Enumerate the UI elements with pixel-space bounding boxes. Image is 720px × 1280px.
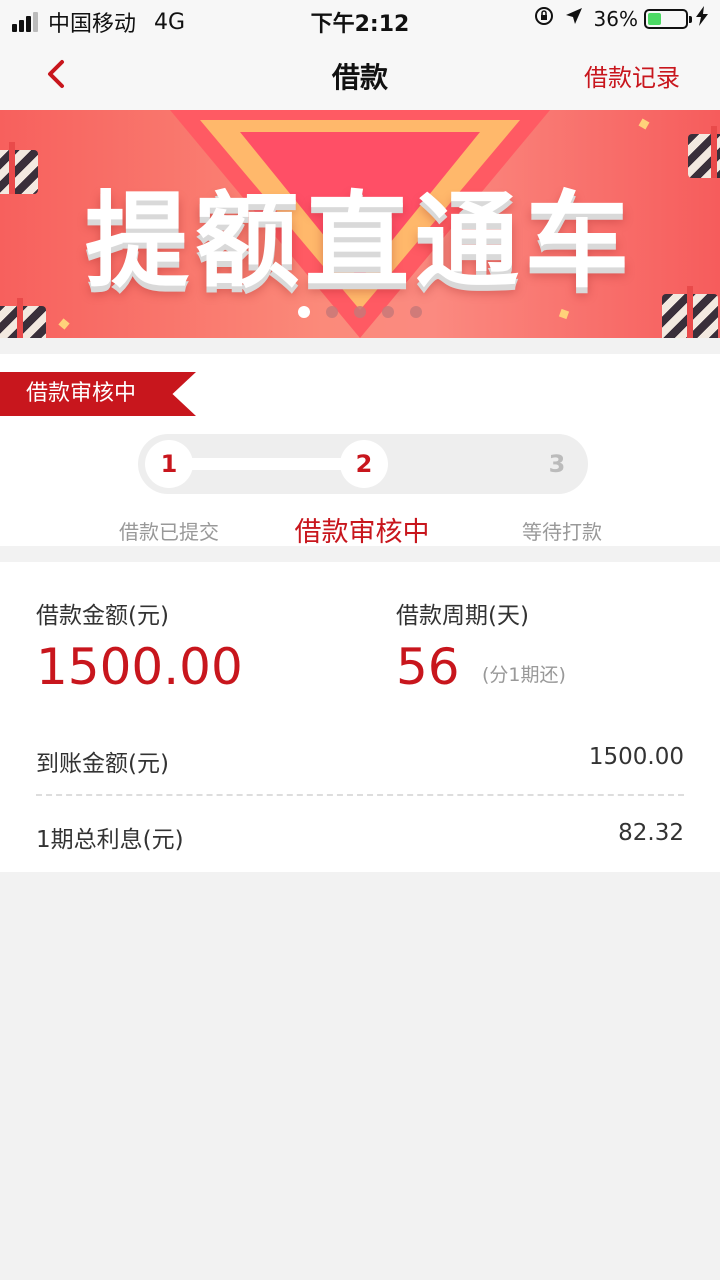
status-right: 36% xyxy=(524,6,708,31)
step-2-circle: 2 xyxy=(340,440,388,488)
carousel-dot[interactable] xyxy=(326,306,338,318)
received-value: 1500.00 xyxy=(588,744,684,770)
step-1-label: 借款已提交 xyxy=(119,520,219,544)
received-label: 到账金额(元) xyxy=(36,751,169,777)
amount-label: 借款金额(元) xyxy=(36,603,169,629)
carousel-dots xyxy=(0,306,720,318)
loan-period: 56 xyxy=(396,638,460,696)
gift-box-icon xyxy=(0,142,38,194)
period-label: 借款周期(天) xyxy=(396,603,529,629)
carousel-dot[interactable] xyxy=(382,306,394,318)
banner-headline: 提额直通车 xyxy=(84,180,635,302)
interest-label: 1期总利息(元) xyxy=(36,827,184,853)
gift-box-icon xyxy=(688,126,720,178)
amount-column: 借款金额(元) xyxy=(36,596,169,630)
interest-value: 82.32 xyxy=(618,820,684,846)
battery-icon xyxy=(644,8,692,29)
dashed-divider xyxy=(36,794,684,796)
battery-percent: 36% xyxy=(593,6,638,31)
battery-fill xyxy=(648,12,661,25)
status-ribbon: 借款审核中 xyxy=(0,372,196,416)
review-progress-card: 借款审核中 1 2 3 借款已提交 借款审核中 等待打款 xyxy=(0,354,720,548)
charging-icon xyxy=(696,6,708,31)
status-bar: 中国移动 4G 下午2:12 36% xyxy=(0,0,720,38)
promo-banner[interactable]: 提额直通车 xyxy=(0,110,720,338)
period-column: 借款周期(天) xyxy=(396,596,529,630)
step-3-label: 等待打款 xyxy=(522,520,602,544)
progress-track-fill xyxy=(168,458,363,470)
location-arrow-icon xyxy=(564,6,584,31)
rotation-lock-icon xyxy=(534,6,554,31)
step-1-circle: 1 xyxy=(145,440,193,488)
nav-bar: 借款 借款记录 xyxy=(0,38,720,110)
step-2-label: 借款审核中 xyxy=(294,517,430,548)
loan-records-link[interactable]: 借款记录 xyxy=(584,58,680,93)
loan-amount: 1500.00 xyxy=(36,638,243,696)
carousel-dot[interactable] xyxy=(410,306,422,318)
received-row: 到账金额(元) 1500.00 xyxy=(36,744,684,784)
carousel-dot[interactable] xyxy=(298,306,310,318)
period-note: (分1期还) xyxy=(482,664,566,686)
loan-detail-card: 借款金额(元) 1500.00 借款周期(天) 56 (分1期还) 到账金额(元… xyxy=(0,562,720,872)
carousel-dot[interactable] xyxy=(354,306,366,318)
step-3-circle: 3 xyxy=(527,434,587,494)
interest-row: 1期总利息(元) 82.32 xyxy=(36,820,684,860)
